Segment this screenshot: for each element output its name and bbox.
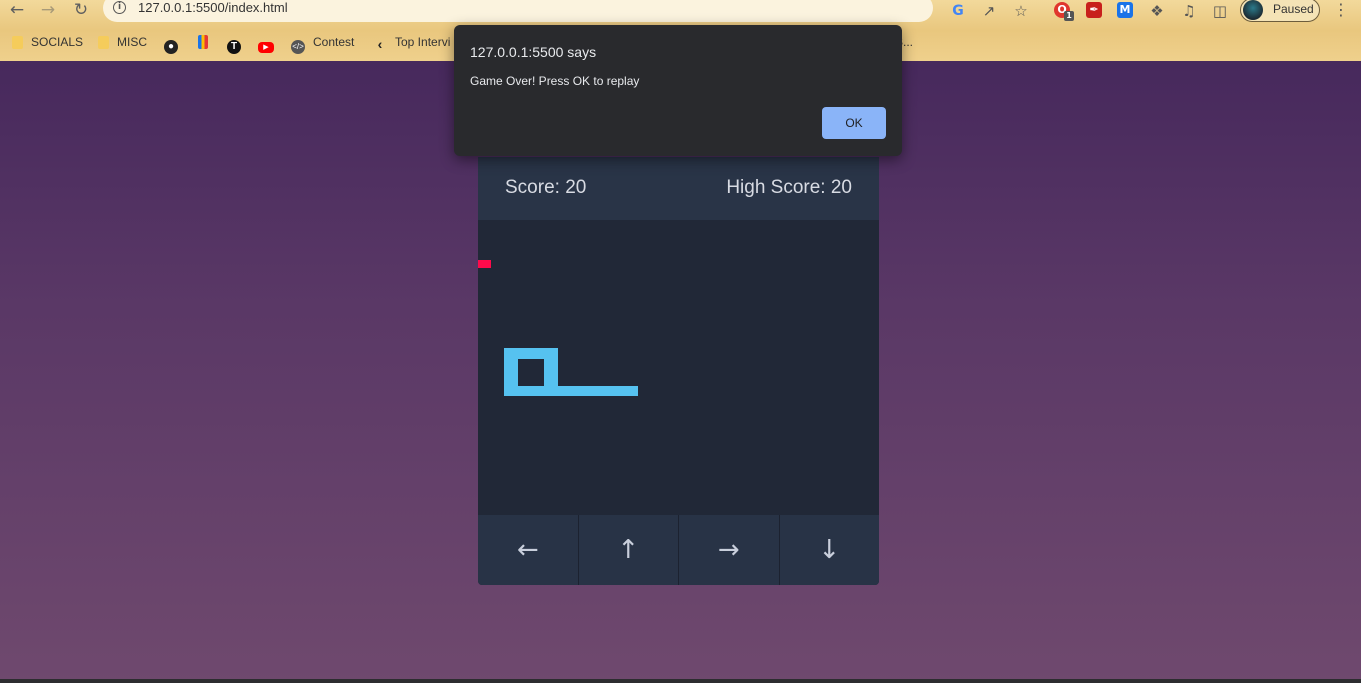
extension-badge: 1 bbox=[1064, 11, 1074, 21]
browser-toolbar: ← → ↻ i 127.0.0.1:5500/index.html G ↗ ☆ … bbox=[0, 0, 1361, 22]
bookmark-socials[interactable]: SOCIALS bbox=[12, 31, 83, 53]
bookmark-misc[interactable]: MISC bbox=[98, 31, 147, 53]
arrow-down-button[interactable]: ↓ bbox=[780, 515, 880, 585]
profile-button[interactable]: Paused bbox=[1240, 0, 1320, 22]
avatar bbox=[1243, 0, 1263, 20]
game-board bbox=[478, 220, 879, 515]
profile-status: Paused bbox=[1273, 2, 1314, 16]
taskbar-edge bbox=[0, 679, 1361, 683]
arrow-left-button[interactable]: ← bbox=[478, 515, 579, 585]
control-pad: ← ↑ → ↓ bbox=[478, 515, 879, 585]
extension-m-icon[interactable]: M bbox=[1117, 2, 1133, 18]
arrow-left-icon: ← bbox=[516, 535, 539, 565]
arrow-down-icon: ↓ bbox=[818, 535, 841, 565]
ok-button[interactable]: OK bbox=[822, 107, 886, 139]
extension-pen-icon[interactable]: ✒ bbox=[1086, 2, 1102, 18]
bookmark-github[interactable]: ● bbox=[164, 31, 186, 54]
youtube-icon: ▶ bbox=[258, 42, 274, 53]
media-control-icon[interactable]: ♫ bbox=[1180, 2, 1198, 20]
snake-game: Score: 20 High Score: 20 ← ↑ → ↓ bbox=[478, 157, 879, 585]
bookmark-label: Top Intervi bbox=[395, 35, 451, 49]
bookmark-youtube[interactable]: ▶ bbox=[258, 31, 282, 53]
bookmark-chart[interactable] bbox=[198, 31, 216, 53]
t-logo-icon: T bbox=[227, 40, 241, 54]
food bbox=[478, 260, 491, 268]
score-display: Score: 20 bbox=[505, 177, 587, 198]
share-icon[interactable]: ↗ bbox=[980, 2, 998, 20]
bookmark-label: Contest bbox=[313, 35, 355, 49]
site-info-icon[interactable]: i bbox=[113, 1, 126, 14]
snake-segment bbox=[504, 386, 638, 396]
chevron-logo-icon: ‹ bbox=[377, 36, 383, 52]
bookmark-star-icon[interactable]: ☆ bbox=[1012, 2, 1030, 20]
score-header: Score: 20 High Score: 20 bbox=[478, 157, 879, 220]
arrow-up-icon: ↑ bbox=[617, 535, 640, 565]
bookmark-top-interview[interactable]: ‹ Top Intervi bbox=[373, 31, 451, 53]
bookmark-label: SOCIALS bbox=[31, 35, 84, 49]
side-panel-icon[interactable]: ◫ bbox=[1211, 2, 1229, 20]
google-icon[interactable]: G bbox=[949, 2, 967, 20]
dialog-message: Game Over! Press OK to replay bbox=[470, 74, 640, 88]
bookmark-contest[interactable]: </> Contest bbox=[291, 31, 355, 54]
bookmark-t[interactable]: T bbox=[227, 31, 249, 54]
code-icon: </> bbox=[291, 40, 305, 54]
menu-kebab-icon[interactable]: ⋮ bbox=[1333, 0, 1349, 19]
address-bar[interactable]: i 127.0.0.1:5500/index.html G ↗ ☆ bbox=[103, 0, 1028, 22]
high-score-display: High Score: 20 bbox=[726, 177, 852, 198]
folder-icon bbox=[98, 36, 109, 49]
arrow-right-button[interactable]: → bbox=[679, 515, 780, 585]
folder-icon bbox=[12, 36, 23, 49]
bookmark-label: MISC bbox=[117, 35, 147, 49]
extensions-puzzle-icon[interactable]: ❖ bbox=[1148, 2, 1166, 20]
back-arrow-icon[interactable]: ← bbox=[6, 0, 28, 22]
github-icon: ● bbox=[164, 40, 178, 54]
arrow-up-button[interactable]: ↑ bbox=[579, 515, 679, 585]
url-text[interactable]: 127.0.0.1:5500/index.html bbox=[138, 0, 288, 15]
reload-icon[interactable]: ↻ bbox=[70, 0, 92, 22]
arrow-right-icon: → bbox=[717, 535, 740, 565]
alert-dialog: 127.0.0.1:5500 says Game Over! Press OK … bbox=[454, 25, 902, 156]
bar-chart-icon bbox=[198, 35, 208, 49]
forward-arrow-icon[interactable]: → bbox=[37, 0, 59, 22]
dialog-title: 127.0.0.1:5500 says bbox=[470, 44, 597, 60]
